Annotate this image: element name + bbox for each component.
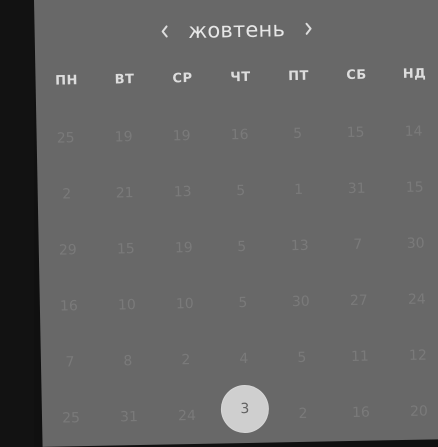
calendar-day[interactable]: 13 — [276, 223, 323, 270]
calendar-day[interactable]: 2 — [163, 337, 210, 384]
calendar-day[interactable]: 7 — [334, 221, 381, 268]
calendar-day[interactable]: 19 — [158, 113, 205, 160]
calendar-day[interactable]: 10 — [103, 282, 150, 329]
weekday-tuesday: ВТ — [114, 72, 135, 88]
weekday-thursday: ЧТ — [230, 69, 251, 86]
calendar-day[interactable]: 10 — [161, 281, 208, 328]
calendar-day[interactable]: 4 — [220, 336, 267, 383]
chevron-right-icon — [304, 22, 314, 36]
calendar-day[interactable]: 24 — [393, 276, 438, 323]
calendar-day[interactable]: 11 — [336, 333, 383, 380]
left-edge-strip — [0, 0, 34, 447]
calendar-day[interactable]: 20 — [396, 388, 438, 435]
calendar-day[interactable]: 5 — [217, 168, 264, 215]
calendar-day[interactable]: 29 — [44, 227, 91, 274]
calendar-screen: жовтень ПН ВТ СР ЧТ ПТ СБ НД 25 19 19 16… — [0, 0, 438, 447]
calendar-grid: 25 19 19 16 5 15 14 2 21 13 5 1 31 15 29… — [36, 102, 438, 447]
calendar-day[interactable]: 15 — [332, 109, 379, 156]
calendar-day[interactable]: 31 — [106, 394, 153, 441]
calendar-day[interactable]: 24 — [164, 393, 211, 440]
calendar-day[interactable]: 14 — [390, 108, 437, 155]
calendar-day[interactable]: 25 — [48, 395, 95, 442]
calendar-day[interactable]: 2 — [43, 171, 90, 218]
calendar-day[interactable]: 25 — [42, 115, 89, 162]
calendar-day[interactable]: 8 — [105, 338, 152, 385]
calendar-day[interactable]: 16 — [216, 112, 263, 159]
calendar-day[interactable]: 1 — [275, 167, 322, 214]
weekday-wednesday: СР — [172, 70, 193, 87]
calendar-day[interactable]: 5 — [218, 224, 265, 271]
calendar-day[interactable]: 19 — [100, 114, 147, 161]
calendar-day[interactable]: 31 — [333, 165, 380, 212]
month-label: жовтень — [187, 16, 286, 43]
weekday-friday: ПТ — [287, 68, 310, 85]
weekday-monday: ПН — [55, 73, 79, 89]
calendar-day[interactable]: 5 — [274, 111, 321, 158]
calendar-panel: жовтень ПН ВТ СР ЧТ ПТ СБ НД 25 19 19 16… — [34, 0, 438, 447]
calendar-day[interactable]: 30 — [392, 220, 438, 267]
calendar-day[interactable]: 12 — [394, 332, 438, 379]
selected-day-label[interactable]: 3 — [220, 385, 269, 434]
prev-month-button[interactable] — [152, 19, 176, 43]
weekday-header-row: ПН ВТ СР ЧТ ПТ СБ НД — [35, 66, 438, 102]
calendar-day[interactable]: 16 — [45, 283, 92, 330]
chevron-left-icon — [159, 24, 169, 38]
calendar-day[interactable]: 19 — [160, 225, 207, 272]
calendar-day[interactable]: 5 — [278, 334, 325, 381]
calendar-day[interactable]: 21 — [101, 170, 148, 217]
calendar-day[interactable]: 15 — [102, 226, 149, 273]
weekday-saturday: СБ — [346, 67, 367, 84]
calendar-day[interactable]: 15 — [391, 164, 438, 211]
calendar-day[interactable]: 5 — [219, 280, 266, 327]
calendar-day[interactable]: 13 — [159, 169, 206, 216]
weekday-sunday: НД — [402, 66, 427, 82]
calendar-day[interactable]: 2 — [280, 390, 327, 437]
calendar-day[interactable]: 16 — [338, 389, 385, 436]
month-header: жовтень — [34, 8, 438, 52]
next-month-button[interactable] — [297, 16, 321, 40]
calendar-day[interactable]: 30 — [277, 278, 324, 325]
calendar-day[interactable]: 27 — [335, 277, 382, 324]
calendar-day[interactable]: 7 — [47, 339, 94, 386]
